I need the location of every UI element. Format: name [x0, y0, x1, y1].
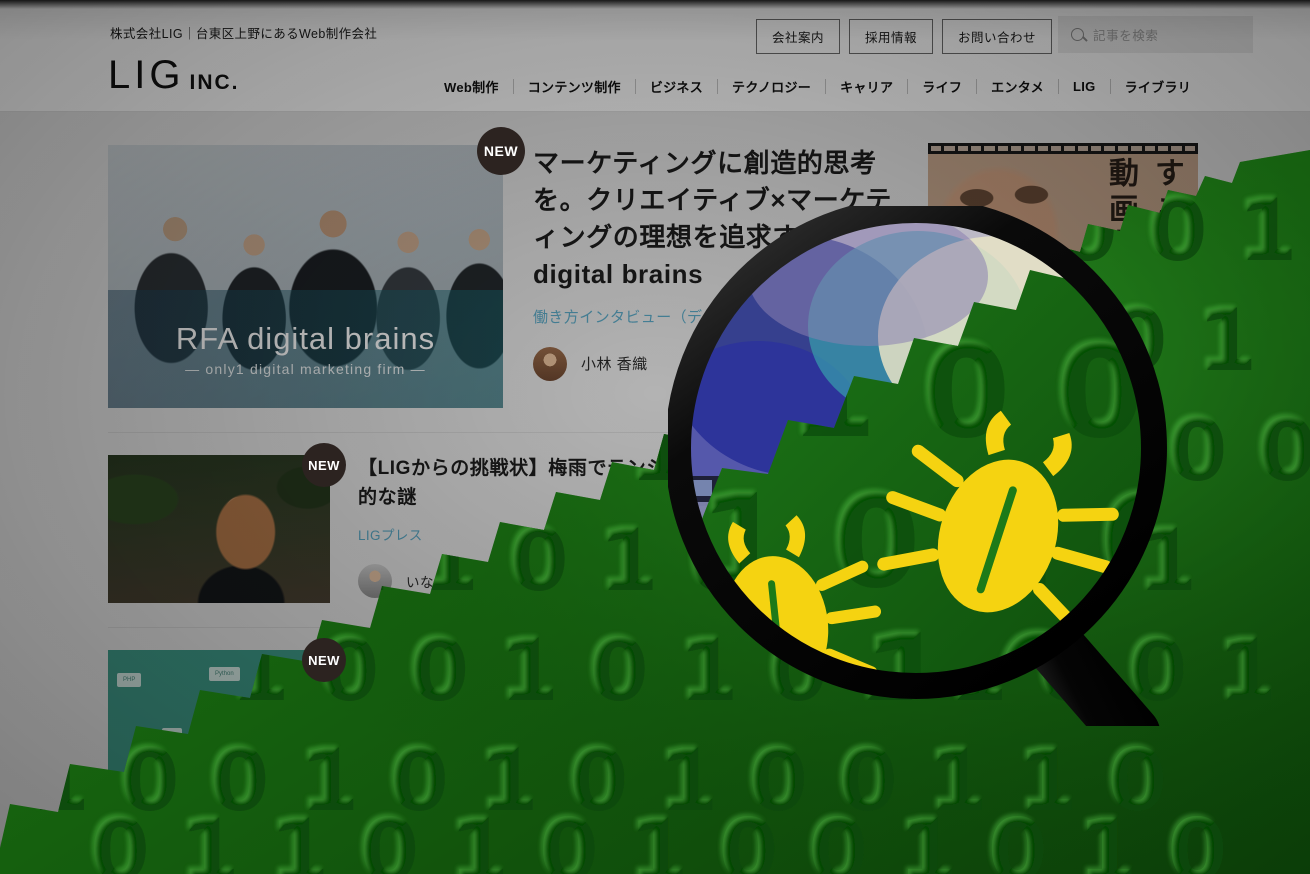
new-badge: NEW — [302, 638, 346, 682]
article-image: エブリ ナイト 広島の名湯 — [108, 845, 330, 874]
new-badge: NEW — [477, 127, 525, 175]
article-meta: RubyにPythonにSwiftまで？使ってみよう！ それいけ！フロントエンド… — [330, 650, 898, 798]
nav-item-life[interactable]: ライフ — [908, 77, 976, 96]
company-info-button[interactable]: 会社案内 — [755, 19, 840, 54]
thumb-label-ruby: Ruby — [284, 684, 311, 698]
thumb-label-python: Python — [209, 667, 240, 681]
logo-lig: LIG — [108, 53, 185, 97]
article-author[interactable]: いなみ — [358, 563, 898, 598]
nav-item-lig[interactable]: LIG — [1059, 79, 1110, 94]
nav-item-library[interactable]: ライブラリ — [1111, 77, 1206, 96]
hero-image-overlay: RFA digital brains — only1 digital marke… — [108, 289, 503, 408]
article-thumbnail[interactable]: NEW — [108, 443, 346, 603]
site-logo[interactable]: LIG INC. — [108, 53, 240, 97]
hero-image: RFA digital brains — only1 digital marke… — [108, 145, 503, 408]
nav-item-technology[interactable]: テクノロジー — [718, 77, 825, 96]
video-production-banner[interactable]: すごい 動画制作 — [928, 143, 1198, 319]
sidebar-rail: すごい 動画制作 — [928, 143, 1198, 319]
nav-item-entame[interactable]: エンタメ — [977, 77, 1058, 96]
thumb-label-php: PHP — [117, 673, 142, 687]
article-image: PHP Python Ruby Go Swift JavaScript — [108, 650, 330, 798]
sign-line-1: エブリ ナイト — [120, 861, 318, 874]
article-title[interactable]: 【LIGからの挑戦状】梅雨でテンションダウン。かかる悪魔的な謎 — [358, 455, 898, 513]
hero-overlay-subtitle: — only1 digital marketing firm — — [185, 360, 426, 377]
article-image — [108, 455, 330, 603]
contact-button[interactable]: お問い合わせ — [941, 19, 1052, 54]
author-name: 小林 香織 — [581, 356, 648, 374]
banner-face-photo — [928, 151, 1074, 319]
article-category[interactable]: それいけ！フロントエンド — [358, 690, 898, 710]
new-badge: NEW — [302, 443, 346, 487]
article-row[interactable]: NEW 【LIGからの挑戦状】梅雨でテンションダウン。かかる悪魔的な謎 LIGプ… — [108, 432, 898, 627]
article-row[interactable]: エブリ ナイト 広島の名湯 — [108, 822, 898, 874]
article-row[interactable]: PHP Python Ruby Go Swift JavaScript NEW … — [108, 627, 898, 822]
search-icon — [1071, 28, 1084, 41]
banner-text-line1: すごい — [1149, 157, 1184, 265]
monitor: JavaScript — [221, 723, 321, 785]
article-meta: 【LIGからの挑戦状】梅雨でテンションダウン。かかる悪魔的な謎 LIGプレス い… — [330, 455, 898, 603]
logo-inc: INC. — [189, 71, 240, 94]
nav-item-web[interactable]: Web制作 — [430, 77, 513, 96]
lig-website: 株式会社LIG｜台東区上野にあるWeb制作会社 LIG INC. 会社案内 採用… — [0, 0, 1310, 874]
site-header: 株式会社LIG｜台東区上野にあるWeb制作会社 LIG INC. 会社案内 採用… — [0, 0, 1310, 112]
hero-overlay-title: RFA digital brains — [175, 320, 436, 356]
site-tagline: 株式会社LIG｜台東区上野にあるWeb制作会社 — [110, 27, 378, 41]
article-author[interactable]: 小林 香織 — [533, 346, 898, 381]
article-thumbnail[interactable]: エブリ ナイト 広島の名湯 — [108, 845, 330, 874]
banner-text-line2: 動画制作 — [1103, 157, 1138, 301]
search-placeholder: 記事を検索 — [1093, 29, 1159, 43]
nav-item-contents[interactable]: コンテンツ制作 — [514, 77, 635, 96]
avatar — [533, 346, 567, 381]
monitor-stand — [264, 784, 278, 796]
banner-vertical-text: すごい 動画制作 — [1092, 157, 1188, 307]
header-buttons: 会社案内 採用情報 お問い合わせ — [755, 19, 1052, 54]
article-category[interactable]: 働き方インタビュー（ディレクター） — [533, 306, 898, 327]
article-title[interactable]: RubyにPythonにSwiftまで？使ってみよう！ — [358, 650, 898, 679]
article-row-hero[interactable]: RFA digital brains — only1 digital marke… — [108, 120, 898, 432]
nav-item-career[interactable]: キャリア — [826, 77, 907, 96]
search-input[interactable]: 記事を検索 — [1058, 16, 1253, 53]
article-list: RFA digital brains — only1 digital marke… — [108, 120, 898, 874]
nav-item-business[interactable]: ビジネス — [636, 77, 717, 96]
thumb-label-go: Go — [162, 728, 183, 742]
article-meta — [330, 845, 898, 874]
monitor-screen-label: JavaScript — [225, 727, 317, 781]
main-nav: Web制作 コンテンツ制作 ビジネス テクノロジー キャリア ライフ エンタメ … — [430, 77, 1205, 96]
avatar — [358, 729, 392, 764]
author-name: いなみ — [406, 574, 448, 590]
screenshot-root: 株式会社LIG｜台東区上野にあるWeb制作会社 LIG INC. 会社案内 採用… — [0, 0, 1310, 874]
thumb-label-swift: Swift — [131, 767, 157, 781]
article-meta: マーケティングに創造的思考を。クリエイティブ×マーケティングの理想を追求するRF… — [503, 145, 898, 408]
article-author[interactable]: つ — [358, 729, 898, 764]
avatar — [358, 563, 392, 598]
article-title[interactable]: マーケティングに創造的思考を。クリエイティブ×マーケティングの理想を追求するRF… — [533, 145, 898, 293]
recruit-button[interactable]: 採用情報 — [848, 19, 933, 54]
article-thumbnail[interactable]: RFA digital brains — only1 digital marke… — [108, 127, 525, 408]
article-thumbnail[interactable]: PHP Python Ruby Go Swift JavaScript NEW — [108, 638, 346, 798]
author-name: つ — [406, 740, 420, 756]
article-category[interactable]: LIGプレス — [358, 524, 898, 544]
